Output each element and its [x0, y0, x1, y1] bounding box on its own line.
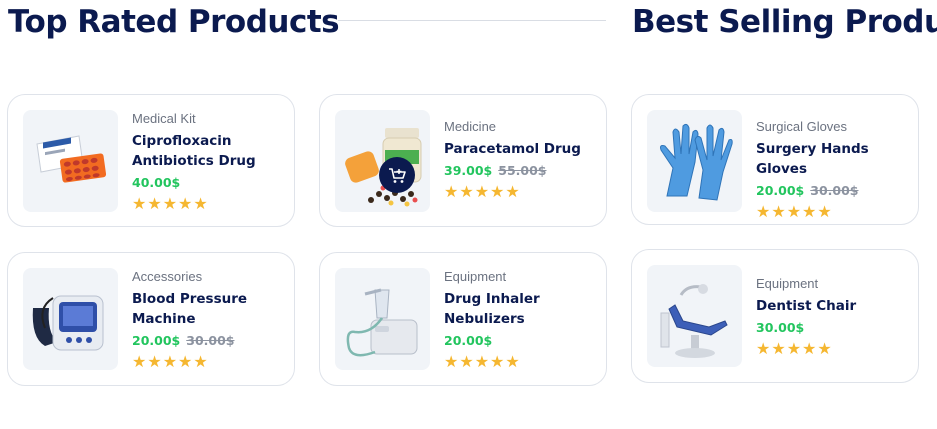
product-name[interactable]: Paracetamol Drug — [444, 139, 581, 159]
product-price: 20.00$ — [132, 333, 181, 348]
product-name[interactable]: Surgery Hands Gloves — [756, 139, 918, 179]
rating-stars-icon: ★★★★★ — [444, 354, 521, 371]
product-category: Equipment — [444, 269, 507, 284]
rating-stars-icon: ★★★★★ — [444, 184, 521, 201]
top-rated-title: Top Rated Products — [8, 4, 340, 40]
rating-stars-icon: ★★★★★ — [132, 354, 209, 371]
product-price: 20.00$ — [444, 333, 493, 348]
product-category: Surgical Gloves — [756, 119, 848, 134]
product-name[interactable]: Drug Inhaler Nebulizers — [444, 289, 540, 329]
dentist-chair-image[interactable] — [647, 265, 742, 367]
product-card-blood-pressure[interactable]: Accessories Blood Pressure Machine 20.00… — [7, 252, 295, 386]
rating-stars-icon: ★★★★★ — [132, 196, 209, 213]
product-price: 39.00$ — [444, 163, 493, 178]
product-card-paracetamol[interactable]: Medicine Paracetamol Drug 39.00$ 55.00$ ★… — [319, 94, 607, 227]
antibiotic-box-image[interactable] — [23, 110, 118, 212]
product-category: Medical Kit — [132, 111, 196, 126]
product-price: 20.00$ — [756, 183, 805, 198]
pills-bottle-image[interactable] — [335, 110, 430, 212]
product-category: Equipment — [756, 276, 819, 291]
gloves-image[interactable] — [647, 110, 742, 212]
product-price: 30.00$ — [756, 320, 805, 335]
product-name[interactable]: Blood Pressure Machine — [132, 289, 247, 329]
nebulizer-image[interactable] — [335, 268, 430, 370]
product-card-ciprofloxacin[interactable]: Medical Kit Ciprofloxacin Antibiotics Dr… — [7, 94, 295, 227]
product-category: Medicine — [444, 119, 497, 134]
product-old-price: 30.00$ — [186, 333, 235, 348]
rating-stars-icon: ★★★★★ — [756, 204, 833, 221]
best-selling-title: Best Selling Produc — [632, 4, 937, 40]
product-old-price: 55.00$ — [498, 163, 547, 178]
rating-stars-icon: ★★★★★ — [756, 341, 833, 358]
product-old-price: 30.00$ — [810, 183, 859, 198]
add-to-cart-button[interactable] — [379, 157, 415, 193]
product-category: Accessories — [132, 269, 203, 284]
product-price: 40.00$ — [132, 175, 181, 190]
title-divider — [338, 20, 606, 21]
blood-pressure-monitor-image[interactable] — [23, 268, 118, 370]
product-name[interactable]: Ciprofloxacin Antibiotics Drug — [132, 131, 256, 171]
product-card-dentist-chair[interactable]: Equipment Dentist Chair 30.00$ ★★★★★ — [631, 249, 919, 383]
product-card-nebulizer[interactable]: Equipment Drug Inhaler Nebulizers 20.00$… — [319, 252, 607, 386]
add-to-cart-icon — [389, 168, 406, 183]
product-card-gloves[interactable]: Surgical Gloves Surgery Hands Gloves 20.… — [631, 94, 919, 225]
product-name[interactable]: Dentist Chair — [756, 296, 856, 316]
